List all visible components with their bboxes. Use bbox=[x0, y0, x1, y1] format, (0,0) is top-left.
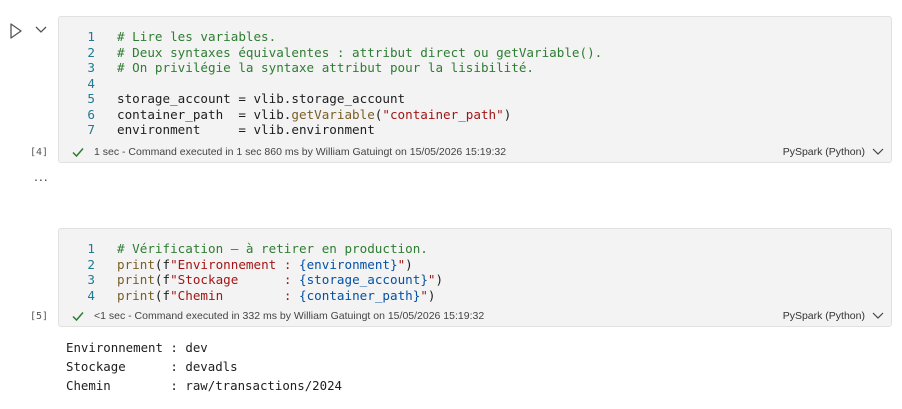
code-text: print(f"Stockage : {storage_account}") bbox=[117, 272, 443, 288]
code-token: "container_path" bbox=[382, 106, 504, 122]
code-token: getVariable bbox=[291, 106, 375, 122]
code-token: ) bbox=[405, 256, 413, 272]
code-token: storage_account = vlib.storage_account bbox=[117, 91, 406, 106]
code-token: # Deux syntaxes équivalentes : attribut … bbox=[117, 44, 603, 60]
code-token: ) bbox=[503, 106, 512, 122]
chevron-down-icon[interactable] bbox=[872, 147, 884, 157]
more-options-button[interactable]: ... bbox=[34, 168, 49, 184]
code-text: # Deux syntaxes équivalentes : attribut … bbox=[117, 45, 602, 61]
code-line: 3 # On privilégie la syntaxe attribut pou… bbox=[59, 60, 891, 76]
code-token: {storage_account} bbox=[299, 272, 428, 287]
execution-status: 1 sec - Command executed in 1 sec 860 ms… bbox=[94, 146, 507, 158]
line-number: 1 bbox=[87, 241, 95, 256]
code-line: 2 print(f"Environnement : {environment}") bbox=[59, 257, 891, 273]
output-line: Stockage : devadls bbox=[66, 359, 238, 374]
line-number: 5 bbox=[87, 91, 95, 106]
code-editor[interactable]: 1 # Lire les variables. 2 # Deux syntaxes é… bbox=[59, 29, 891, 138]
line-number: 2 bbox=[87, 44, 95, 60]
run-cell-icon[interactable] bbox=[8, 22, 24, 40]
code-text: environment = vlib.environment bbox=[117, 122, 375, 138]
code-token: # Vérification — à retirer en production… bbox=[117, 241, 428, 256]
cell-status-bar: <1 sec - Command executed in 332 ms by W… bbox=[59, 306, 891, 326]
chevron-down-icon[interactable] bbox=[33, 22, 49, 38]
code-token: {environment} bbox=[299, 256, 398, 272]
line-number: 3 bbox=[87, 272, 95, 287]
line-number: 4 bbox=[87, 287, 95, 303]
execution-count: [4] bbox=[30, 147, 49, 158]
line-number: 3 bbox=[87, 60, 95, 75]
code-line: 6 container_path = vlib.getVariable("cont… bbox=[59, 107, 891, 123]
output-line: Environnement : dev bbox=[66, 340, 208, 355]
code-token: " bbox=[427, 272, 436, 287]
code-line: 3 print(f"Stockage : {storage_account}") bbox=[59, 272, 891, 288]
line-number: 1 bbox=[87, 29, 95, 44]
code-cell-1[interactable]: 1 # Lire les variables. 2 # Deux syntaxes é… bbox=[58, 16, 892, 163]
language-selector[interactable]: PySpark (Python) bbox=[783, 310, 865, 322]
code-token: {container_path} bbox=[299, 287, 421, 303]
code-text: # On privilégie la syntaxe attribut pour… bbox=[117, 60, 534, 76]
check-icon bbox=[72, 148, 84, 158]
line-number: 4 bbox=[87, 75, 95, 91]
chevron-down-icon[interactable] bbox=[872, 311, 884, 321]
code-token: # On privilégie la syntaxe attribut pour… bbox=[117, 60, 535, 75]
code-text: container_path = vlib.getVariable("conta… bbox=[117, 107, 511, 123]
code-token: "Chemin : bbox=[170, 287, 299, 303]
code-line: 5 storage_account = vlib.storage_account bbox=[59, 91, 891, 107]
code-line: 2 # Deux syntaxes équivalentes : attribut… bbox=[59, 45, 891, 61]
execution-status: <1 sec - Command executed in 332 ms by W… bbox=[94, 310, 485, 322]
code-line: 4 bbox=[59, 76, 891, 92]
code-token: (f bbox=[154, 256, 171, 272]
code-token: "Stockage : bbox=[170, 272, 299, 287]
language-selector[interactable]: PySpark (Python) bbox=[783, 146, 865, 158]
code-token: print bbox=[117, 272, 155, 287]
cell-status-bar: 1 sec - Command executed in 1 sec 860 ms… bbox=[59, 142, 891, 162]
code-editor[interactable]: 1 # Vérification — à retirer en productio… bbox=[59, 241, 891, 303]
code-line: 1 # Vérification — à retirer en productio… bbox=[59, 241, 891, 257]
code-line: 7 environment = vlib.environment bbox=[59, 122, 891, 138]
code-cell-2[interactable]: 1 # Vérification — à retirer en productio… bbox=[58, 228, 892, 327]
output-line: Chemin : raw/transactions/2024 bbox=[66, 378, 343, 393]
code-token: (f bbox=[154, 272, 171, 287]
code-token: # Lire les variables. bbox=[117, 29, 277, 44]
code-token: container_path = vlib. bbox=[117, 106, 292, 122]
code-line: 4 print(f"Chemin : {container_path}") bbox=[59, 288, 891, 304]
code-token: ) bbox=[427, 287, 436, 303]
execution-count: [5] bbox=[30, 311, 49, 322]
code-text: print(f"Chemin : {container_path}") bbox=[117, 288, 436, 304]
code-text: storage_account = vlib.storage_account bbox=[117, 91, 405, 107]
code-token: "Environnement : bbox=[170, 256, 299, 272]
line-number: 7 bbox=[87, 122, 95, 137]
code-line: 1 # Lire les variables. bbox=[59, 29, 891, 45]
cell-output: Environnement : dev Stockage : devadls C… bbox=[66, 338, 342, 395]
check-icon bbox=[72, 312, 84, 322]
line-number: 6 bbox=[87, 106, 95, 122]
code-token: " bbox=[420, 287, 428, 303]
code-token: ) bbox=[435, 272, 444, 287]
code-text: print(f"Environnement : {environment}") bbox=[117, 257, 413, 273]
code-token: print bbox=[117, 287, 155, 303]
line-number: 2 bbox=[87, 256, 95, 272]
code-token: environment = vlib.environment bbox=[117, 122, 375, 137]
code-text: # Lire les variables. bbox=[117, 29, 276, 45]
code-text: # Vérification — à retirer en production… bbox=[117, 241, 428, 257]
code-token: print bbox=[117, 256, 155, 272]
code-token: (f bbox=[154, 287, 171, 303]
